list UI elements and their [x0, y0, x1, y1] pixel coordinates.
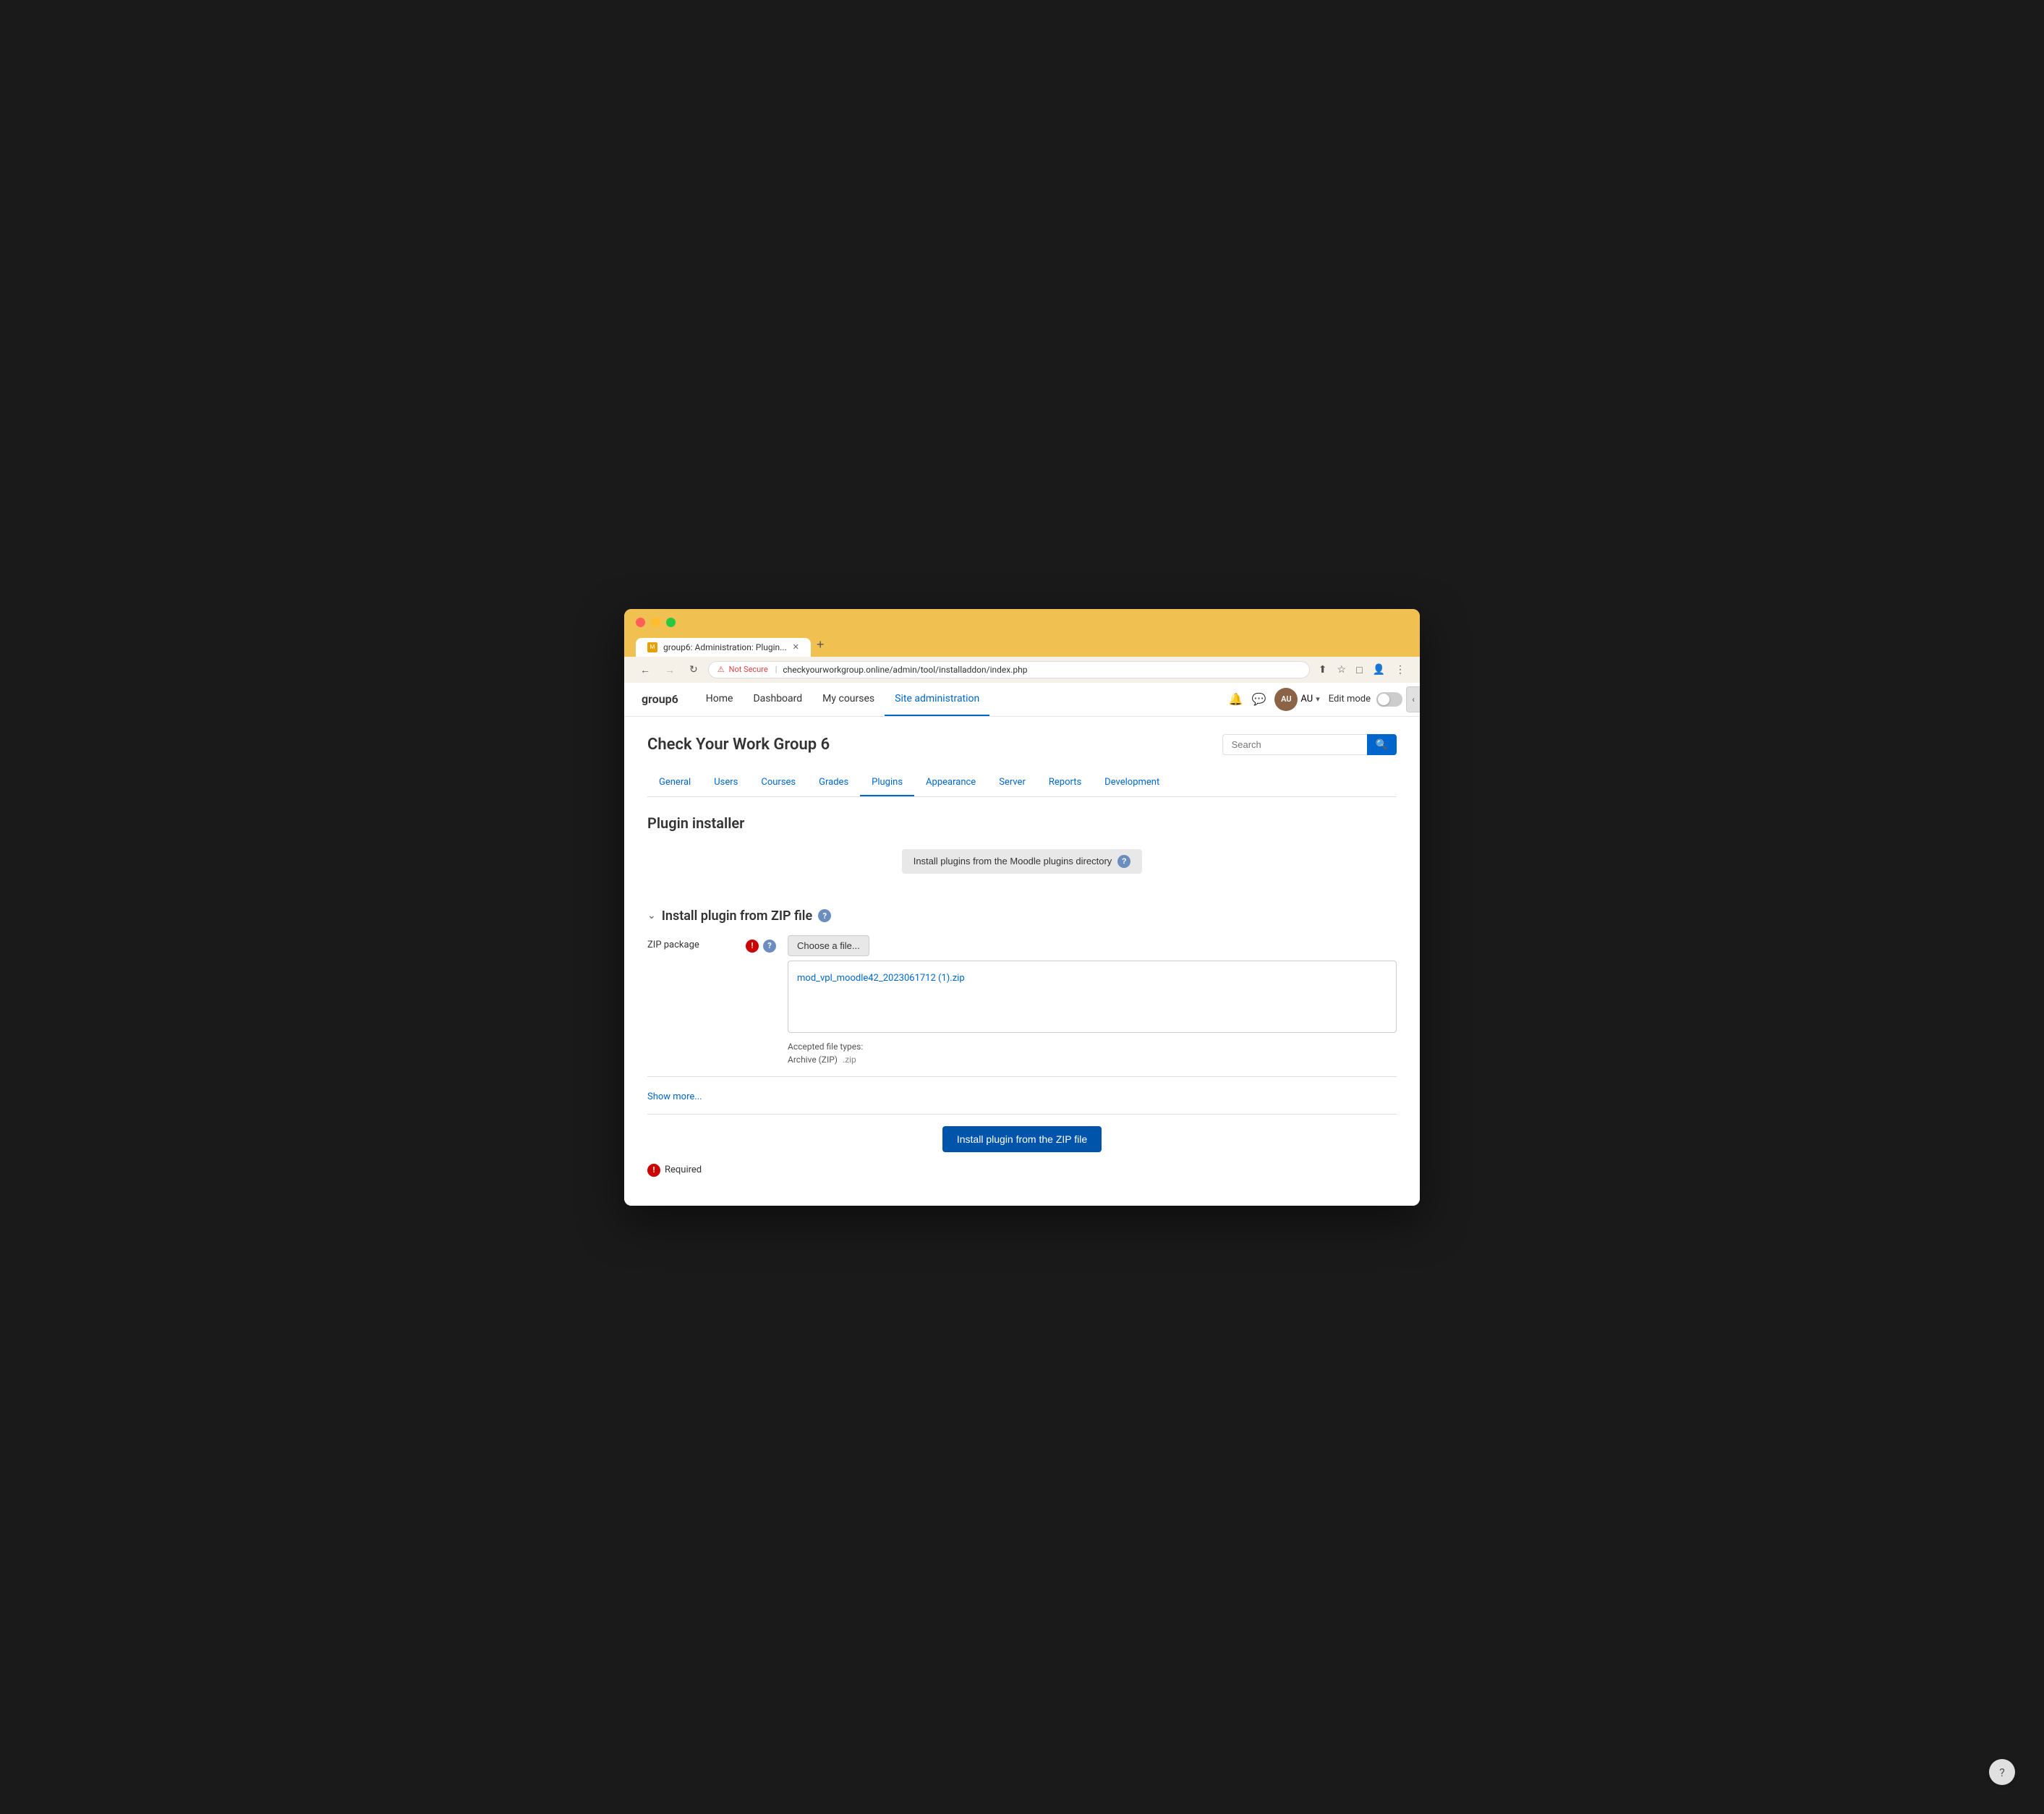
maximize-window-button[interactable]: [666, 618, 676, 627]
nav-item-my-courses[interactable]: My courses: [812, 683, 885, 716]
url-text: checkyourworkgroup.online/admin/tool/ins…: [783, 665, 1027, 675]
site-logo[interactable]: group6: [642, 692, 678, 706]
notifications-icon[interactable]: 🔔: [1229, 692, 1243, 707]
user-menu[interactable]: AU AU ▾: [1274, 688, 1319, 711]
browser-titlebar: M group6: Administration: Plugin... ✕ +: [624, 609, 1420, 657]
collapse-arrow-icon[interactable]: ⌄: [647, 910, 656, 921]
tab-close-icon[interactable]: ✕: [793, 642, 799, 652]
minimize-window-button[interactable]: [651, 618, 660, 627]
bookmark-icon[interactable]: ☆: [1334, 662, 1350, 677]
profile-icon[interactable]: 👤: [1370, 662, 1388, 677]
top-navigation: group6 Home Dashboard My courses Site ad…: [624, 683, 1420, 717]
file-drop-area[interactable]: mod_vpl_moodle42_2023061712 (1).zip: [788, 961, 1397, 1033]
install-from-zip-title: Install plugin from ZIP file: [662, 908, 812, 924]
forward-button[interactable]: →: [660, 663, 679, 677]
archive-type-text: Archive (ZIP): [788, 1055, 838, 1065]
archive-ext-text: .zip: [843, 1055, 856, 1065]
accepted-types-label: Accepted file types:: [788, 1042, 1397, 1052]
tab-reports[interactable]: Reports: [1037, 770, 1093, 796]
back-button[interactable]: ←: [636, 663, 655, 677]
share-icon[interactable]: ⬆: [1316, 662, 1330, 677]
show-more-link[interactable]: Show more...: [647, 1091, 702, 1102]
page-header: Check Your Work Group 6 🔍: [647, 734, 1397, 755]
show-more-row: Show more...: [647, 1089, 1397, 1102]
user-menu-chevron-icon: ▾: [1316, 694, 1320, 704]
search-box: 🔍: [1222, 734, 1397, 755]
tab-general[interactable]: General: [647, 770, 702, 796]
top-nav-right: 🔔 💬 AU AU ▾ Edit mode: [1229, 688, 1402, 711]
install-from-directory-label: Install plugins from the Moodle plugins …: [914, 856, 1112, 866]
sidebar-collapse-button[interactable]: ‹: [1406, 686, 1420, 712]
help-fab-button[interactable]: ?: [1989, 1759, 2015, 1785]
extension-icon[interactable]: □: [1353, 663, 1365, 677]
search-input[interactable]: [1222, 734, 1367, 755]
close-window-button[interactable]: [636, 618, 645, 627]
reload-button[interactable]: ↻: [685, 662, 702, 677]
directory-help-icon[interactable]: ?: [1117, 855, 1130, 868]
tab-courses[interactable]: Courses: [749, 770, 807, 796]
install-btn-row: Install plugin from the ZIP file: [647, 1126, 1397, 1152]
menu-icon[interactable]: ⋮: [1392, 662, 1408, 677]
plugin-installer-title: Plugin installer: [647, 814, 1397, 832]
form-icons: ! ?: [746, 935, 776, 953]
install-from-zip-section: ⌄ Install plugin from ZIP file ? ZIP pac…: [647, 908, 1397, 1177]
security-label: Not Secure: [729, 665, 768, 674]
required-note-icon: !: [647, 1164, 660, 1177]
zip-package-row: ZIP package ! ? Choose a file... mod_vpl…: [647, 935, 1397, 1065]
required-note: ! Required: [647, 1164, 1397, 1177]
install-zip-button[interactable]: Install plugin from the ZIP file: [942, 1126, 1102, 1152]
page-title: Check Your Work Group 6: [647, 736, 830, 754]
field-help-icon[interactable]: ?: [763, 940, 776, 953]
tab-users[interactable]: Users: [702, 770, 749, 796]
archive-type-label: Archive (ZIP) .zip: [788, 1055, 1397, 1065]
admin-tabs: General Users Courses Grades Plugins App…: [647, 770, 1397, 797]
tab-grades[interactable]: Grades: [807, 770, 860, 796]
required-note-label: Required: [665, 1164, 702, 1175]
collapsible-header: ⌄ Install plugin from ZIP file ?: [647, 908, 1397, 924]
zip-package-field: Choose a file... mod_vpl_moodle42_202306…: [788, 935, 1397, 1065]
browser-tab-active[interactable]: M group6: Administration: Plugin... ✕: [636, 638, 811, 657]
avatar: AU: [1274, 688, 1298, 711]
choose-file-button[interactable]: Choose a file...: [788, 935, 869, 956]
install-from-directory-button[interactable]: Install plugins from the Moodle plugins …: [902, 849, 1143, 874]
tab-favicon-icon: M: [647, 642, 657, 652]
new-tab-button[interactable]: +: [811, 634, 830, 655]
admin-content: Check Your Work Group 6 🔍 General Users …: [624, 717, 1420, 1206]
selected-file-link[interactable]: mod_vpl_moodle42_2023061712 (1).zip: [797, 973, 965, 984]
tab-server[interactable]: Server: [987, 770, 1037, 796]
top-nav-items: Home Dashboard My courses Site administr…: [696, 683, 1229, 716]
nav-item-home[interactable]: Home: [696, 683, 744, 716]
url-bar[interactable]: ⚠ Not Secure | checkyourworkgroup.online…: [708, 661, 1310, 678]
edit-mode-label: Edit mode: [1329, 694, 1371, 704]
edit-mode-toggle[interactable]: Edit mode: [1329, 692, 1402, 707]
tab-plugins[interactable]: Plugins: [860, 770, 914, 796]
zip-package-label: ZIP package: [647, 935, 734, 950]
nav-item-dashboard[interactable]: Dashboard: [743, 683, 812, 716]
messages-icon[interactable]: 💬: [1251, 692, 1266, 707]
search-button[interactable]: 🔍: [1367, 734, 1397, 755]
page-content: group6 Home Dashboard My courses Site ad…: [624, 683, 1420, 1206]
toggle-knob: [1378, 694, 1389, 705]
install-directory-row: Install plugins from the Moodle plugins …: [647, 849, 1397, 891]
zip-help-icon[interactable]: ?: [818, 909, 831, 922]
required-field-icon: !: [746, 940, 759, 953]
tab-development[interactable]: Development: [1093, 770, 1171, 796]
tab-appearance[interactable]: Appearance: [914, 770, 987, 796]
section-divider: [647, 1076, 1397, 1077]
user-initials-label: AU: [1300, 694, 1313, 704]
security-icon: ⚠: [717, 665, 725, 674]
toggle-switch[interactable]: [1376, 692, 1402, 707]
section-divider-2: [647, 1114, 1397, 1115]
tab-title: group6: Administration: Plugin...: [663, 642, 787, 652]
nav-item-site-administration[interactable]: Site administration: [885, 683, 989, 716]
address-bar-area: ← → ↻ ⚠ Not Secure | checkyourworkgroup.…: [624, 657, 1420, 683]
